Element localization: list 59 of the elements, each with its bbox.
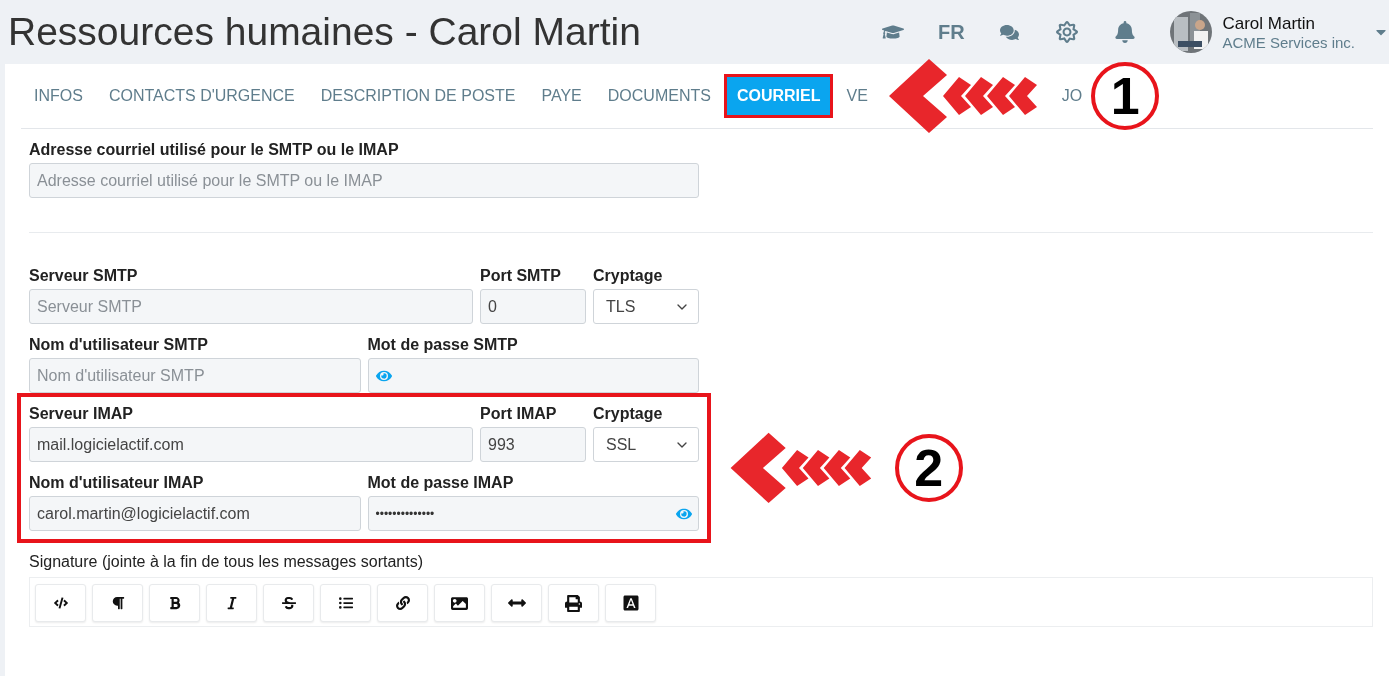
list-button[interactable] (320, 584, 371, 622)
chat-icon[interactable] (999, 22, 1019, 42)
image-icon (451, 594, 468, 612)
select-field[interactable]: SSL (593, 427, 699, 462)
field-label: Nom d'utilisateur SMTP (29, 336, 209, 354)
company-name: ACME Services inc. (1222, 33, 1355, 51)
font-icon (621, 594, 640, 612)
field-label: Adresse courriel utilisé pour le SMTP ou le IMAP (29, 141, 400, 159)
page-title: Ressources humaines - Carol Martin (8, 10, 642, 54)
bold-icon (167, 596, 182, 610)
horizontal-rule-button[interactable] (491, 584, 542, 622)
field-label: Port SMTP (480, 267, 562, 285)
bell-icon[interactable] (1114, 21, 1137, 43)
step-number: 1 (1091, 62, 1160, 130)
field-label: Serveur SMTP (29, 267, 139, 285)
field-label: Mot de passe SMTP (367, 336, 519, 354)
pilcrow-icon (110, 596, 125, 610)
password-field[interactable]: •••••••••••••• (367, 496, 699, 531)
link-button[interactable] (377, 584, 428, 622)
italic-button[interactable] (206, 584, 257, 622)
field-label: Port IMAP (480, 405, 558, 423)
code-icon (53, 596, 68, 610)
tab[interactable]: CONTACTS D'URGENCE (95, 74, 308, 118)
text-field[interactable]: 993 (480, 427, 586, 462)
strikethrough-button[interactable] (263, 584, 314, 622)
field-label: Cryptage (593, 267, 664, 285)
image-button[interactable] (434, 584, 485, 622)
signature-label: Signature (jointe à la fin de tous les messages sortants) (29, 553, 424, 571)
tab[interactable]: DOCUMENTS (594, 74, 724, 118)
tab[interactable]: PAYE (528, 74, 595, 118)
list-icon (338, 596, 353, 610)
select-field[interactable]: TLS (593, 289, 699, 324)
text-field[interactable]: Serveur SMTP (29, 289, 473, 324)
step-number: 2 (894, 434, 963, 502)
link-icon (395, 596, 410, 610)
text-field[interactable]: mail.logicielactif.com (29, 427, 473, 462)
tab[interactable]: INFOS (21, 74, 96, 118)
bold-button[interactable] (149, 584, 200, 622)
printer-icon (565, 594, 582, 612)
field-label: Nom d'utilisateur IMAP (29, 474, 205, 492)
paragraph-button[interactable] (92, 584, 143, 622)
language-button[interactable]: FR (922, 20, 981, 44)
password-field[interactable] (367, 358, 699, 393)
sun-icon[interactable] (1056, 21, 1079, 43)
text-field[interactable]: Nom d'utilisateur SMTP (29, 358, 361, 393)
field-label: Serveur IMAP (29, 405, 135, 423)
text-field[interactable]: carol.martin@logicielactif.com (29, 496, 361, 531)
font-button[interactable] (605, 584, 656, 622)
field-label: Mot de passe IMAP (367, 474, 515, 492)
text-field[interactable]: 0 (480, 289, 586, 324)
code-view-button[interactable] (35, 584, 86, 622)
tab[interactable]: VE (833, 74, 881, 118)
tab[interactable]: COURRIEL (723, 74, 834, 118)
text-field[interactable]: Adresse courriel utilisé pour le SMTP ou le IMAP (29, 163, 699, 198)
field-label: Cryptage (593, 405, 664, 423)
strikethrough-icon (281, 596, 296, 610)
user-name: Carol Martin (1222, 13, 1317, 34)
tab[interactable]: DESCRIPTION DE POSTE (307, 74, 529, 118)
print-button[interactable] (548, 584, 599, 622)
